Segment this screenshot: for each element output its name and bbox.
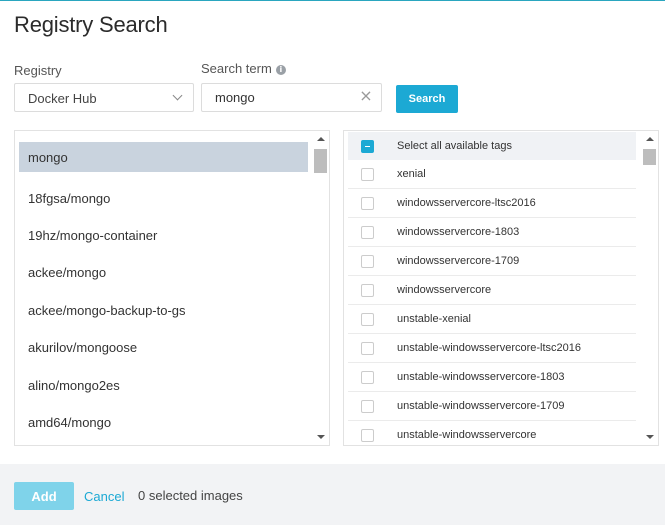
tag-row[interactable]: unstable-windowsservercore-1709 [348,392,636,421]
tag-row[interactable]: unstable-windowsservercore-ltsc2016 [348,334,636,363]
search-term-label: Search term [201,61,272,76]
tag-checkbox[interactable] [361,225,374,239]
tag-checkbox[interactable] [361,196,374,210]
top-accent-line [0,0,665,1]
tag-row[interactable]: windowsservercore-1709 [348,247,636,276]
search-button[interactable]: Search [396,85,458,113]
tag-row[interactable]: windowsservercore [348,276,636,305]
tag-label: unstable-windowsservercore-1803 [397,371,565,383]
tag-list: xenial windowsservercore-ltsc2016 windowss… [348,160,636,445]
tag-row[interactable]: unstable-windowsservercore [348,421,636,445]
search-input[interactable] [201,83,382,112]
tag-checkbox[interactable] [361,428,374,442]
select-all-label: Select all available tags [397,140,512,152]
tag-checkbox[interactable] [361,399,374,413]
close-icon[interactable]: × [358,88,374,104]
image-result-item[interactable]: akurilov/mongoose [19,329,308,366]
image-result-item[interactable]: 19hz/mongo-container [19,217,308,254]
tags-panel[interactable]: Select all available tags xenial windowss… [343,130,659,446]
chevron-down-icon [172,90,183,101]
tag-label: unstable-windowsservercore [397,429,537,441]
selected-images-count: 0 selected images [138,488,243,503]
tag-row[interactable]: unstable-windowsservercore-1803 [348,363,636,392]
registry-selected-value: Docker Hub [28,91,97,106]
info-icon: i [275,65,286,75]
tag-checkbox[interactable] [361,167,374,181]
image-result-item[interactable]: mongo [19,142,308,172]
cancel-link[interactable]: Cancel [84,489,124,504]
image-result-item[interactable]: ackee/mongo-backup-to-gs [19,292,308,329]
tag-label: windowsservercore [397,284,492,296]
tag-checkbox[interactable] [361,370,374,384]
registry-select[interactable]: Docker Hub [14,83,194,112]
select-all-checkbox[interactable] [361,139,374,153]
tag-row[interactable]: xenial [348,160,636,189]
tag-label: unstable-xenial [397,313,471,325]
scroll-down-arrow-icon[interactable] [646,435,654,439]
select-all-tags-row[interactable]: Select all available tags [348,132,636,160]
search-term-label-wrap: Search term i [201,61,286,76]
tag-label: unstable-windowsservercore-1709 [397,400,565,412]
tag-label: windowsservercore-ltsc2016 [397,197,536,209]
tag-row[interactable]: unstable-xenial [348,305,636,334]
footer-bar: Add Cancel 0 selected images [0,464,665,525]
scroll-thumb[interactable] [643,149,656,165]
tag-list-scrollbar[interactable] [642,131,658,445]
image-result-item[interactable]: alino/mongo2es [19,366,308,403]
image-results-panel[interactable]: mongo 18fgsa/mongo 19hz/mongo-container ack… [14,130,330,446]
scroll-thumb[interactable] [314,149,327,173]
image-result-item[interactable]: ackee/mongo [19,254,308,291]
image-results-list: mongo 18fgsa/mongo 19hz/mongo-container ack… [19,142,308,441]
tag-label: windowsservercore-1803 [397,226,520,238]
scroll-up-arrow-icon[interactable] [646,137,654,141]
add-button[interactable]: Add [14,482,74,510]
tag-label: unstable-windowsservercore-ltsc2016 [397,342,582,354]
tag-row[interactable]: windowsservercore-ltsc2016 [348,189,636,218]
tag-checkbox[interactable] [361,283,374,297]
scroll-up-arrow-icon[interactable] [317,137,325,141]
tag-checkbox[interactable] [361,312,374,326]
tag-row[interactable]: windowsservercore-1803 [348,218,636,247]
image-list-scrollbar[interactable] [313,131,329,445]
image-result-item[interactable]: 18fgsa/mongo [19,179,308,216]
scroll-down-arrow-icon[interactable] [317,435,325,439]
page-title: Registry Search [14,12,168,37]
image-result-item[interactable]: amd64/mongo [19,404,308,441]
tag-label: windowsservercore-1709 [397,255,520,267]
tag-checkbox[interactable] [361,254,374,268]
tag-label: xenial [397,168,426,180]
registry-label: Registry [14,63,62,78]
tag-checkbox[interactable] [361,341,374,355]
